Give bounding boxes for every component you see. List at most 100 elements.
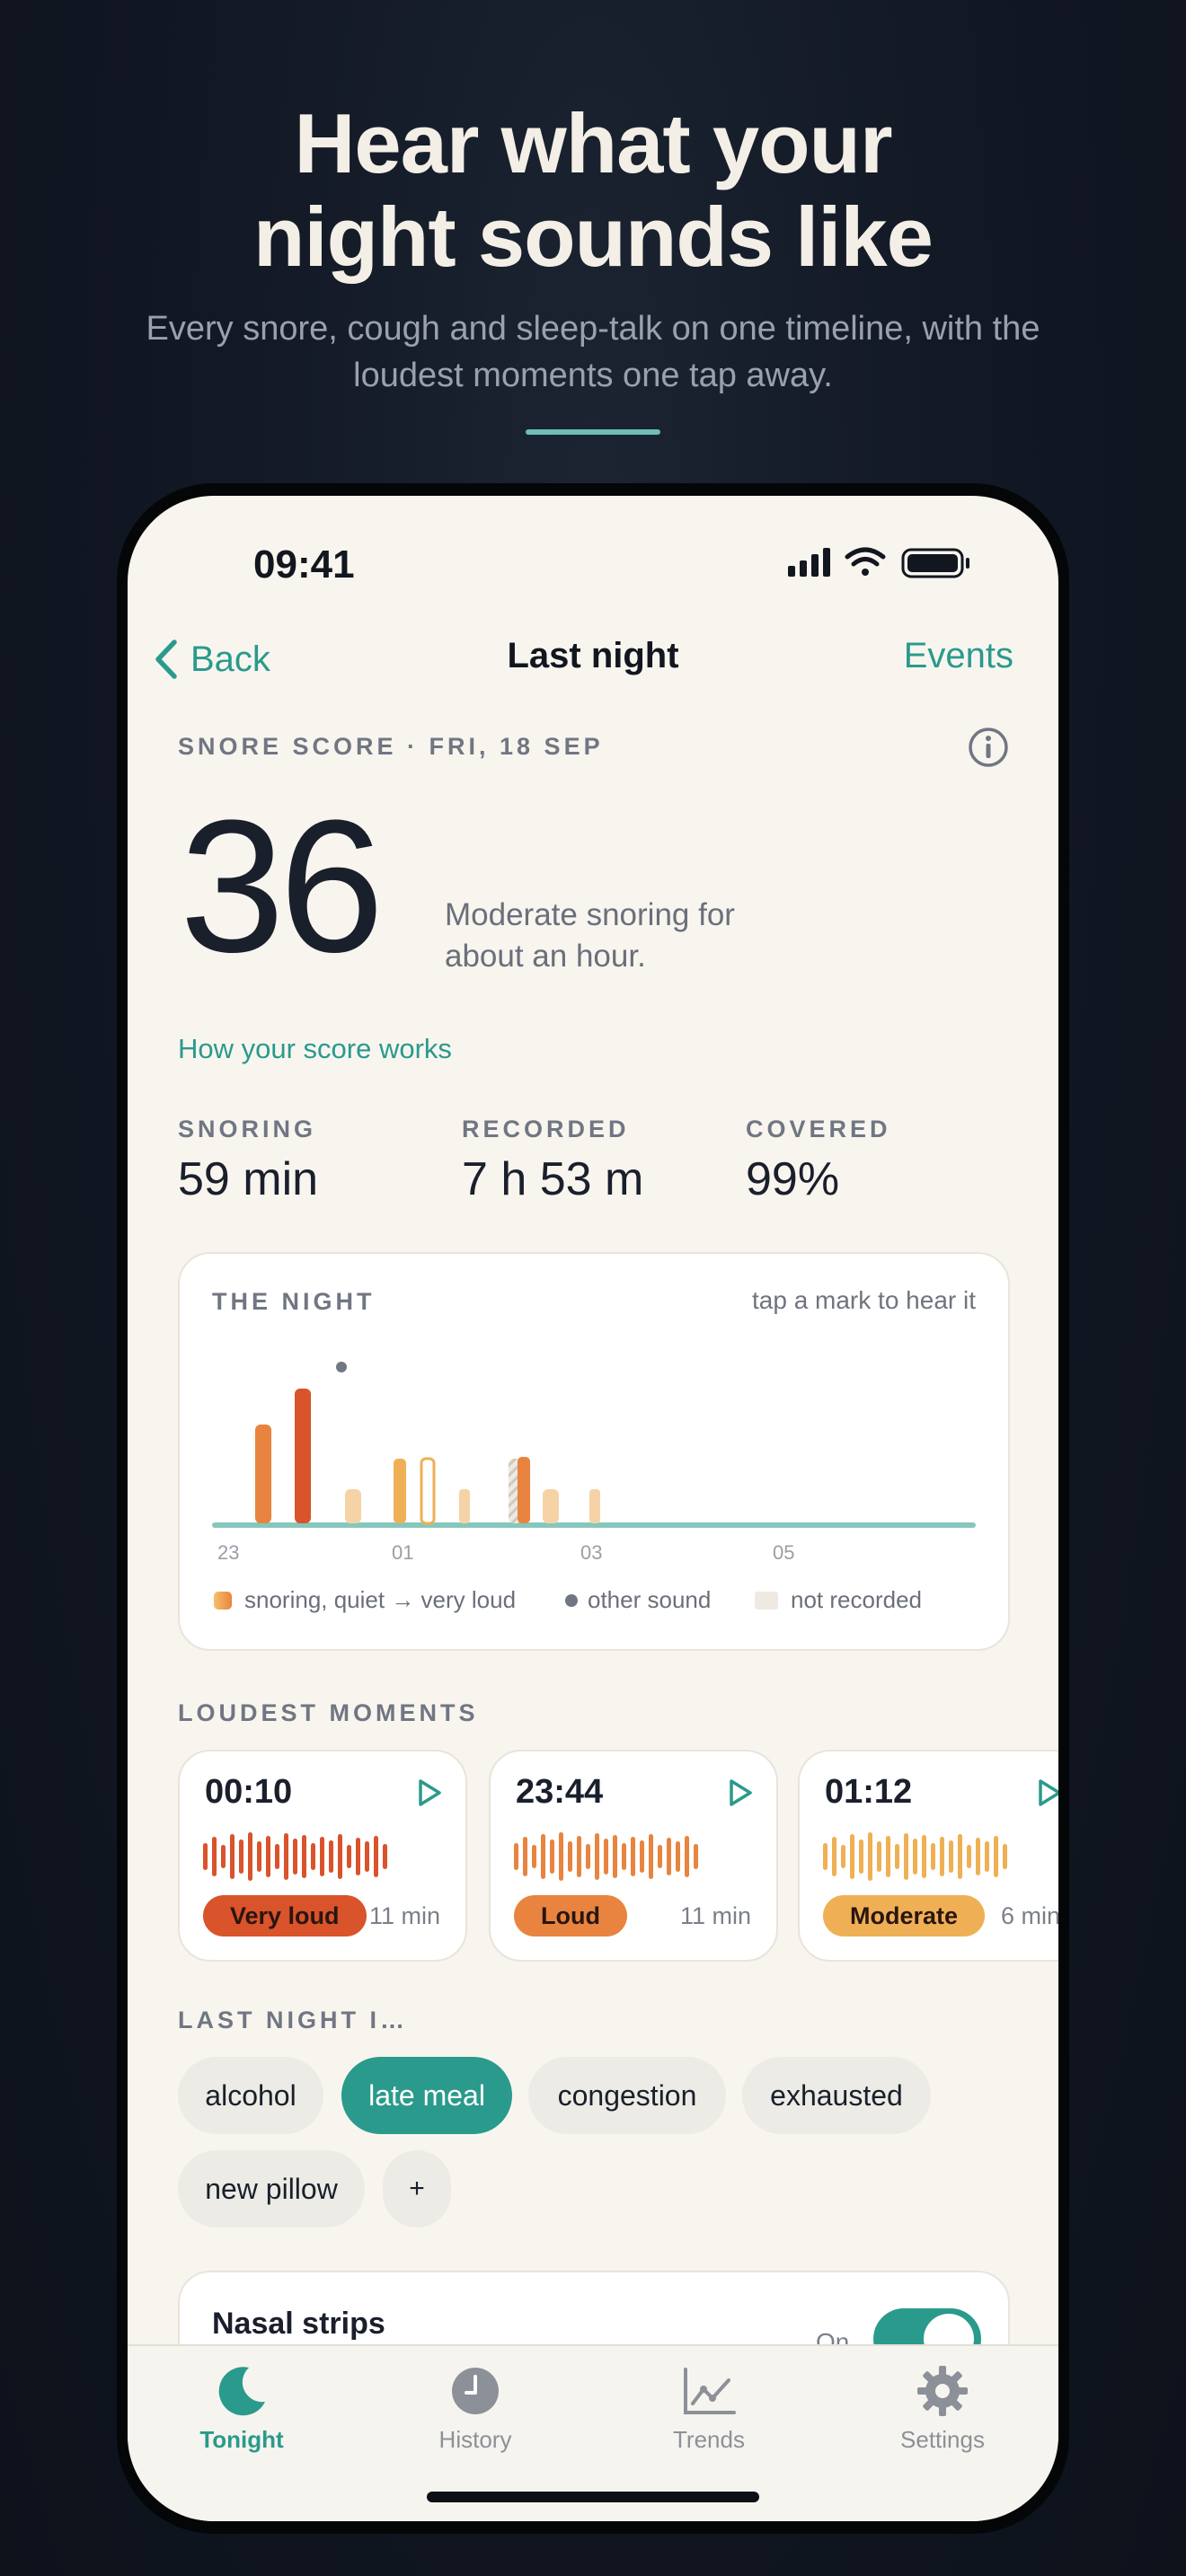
waveform-bar [514, 1843, 518, 1870]
waveform-bar [541, 1834, 545, 1879]
snore-mark[interactable] [518, 1457, 530, 1523]
score-info-link[interactable]: How your score works [178, 1033, 452, 1065]
snore-mark[interactable] [295, 1389, 311, 1523]
gear-icon [917, 2366, 968, 2416]
chart-icon [684, 2368, 736, 2414]
tags-title: LAST NIGHT I… [178, 2007, 408, 2033]
legend-not-recorded-swatch [755, 1592, 778, 1610]
remedy-label: Nasal strips [212, 2307, 385, 2341]
legend-not-recorded: not recorded [791, 1586, 922, 1613]
waveform-bar [230, 1834, 235, 1879]
axis-tick: 01 [392, 1541, 413, 1564]
waveform-bar [949, 1840, 953, 1873]
snore-mark[interactable] [459, 1489, 470, 1523]
waveform-bar [613, 1835, 617, 1878]
tag-chip[interactable]: exhausted [742, 2057, 931, 2134]
axis-tick: 23 [217, 1541, 239, 1564]
waveform-bar [976, 1838, 980, 1875]
selected-snore-mark[interactable] [420, 1457, 436, 1525]
waveform-bar [850, 1834, 854, 1879]
waveform-bar [823, 1843, 828, 1870]
tab-history[interactable]: History [385, 2362, 565, 2454]
waveform-bar [577, 1836, 581, 1877]
waveform-bar [985, 1841, 989, 1872]
promo-divider [526, 429, 660, 435]
waveform-bar [568, 1841, 572, 1872]
other-sound-mark[interactable] [336, 1362, 347, 1372]
snore-mark[interactable] [394, 1459, 406, 1523]
waveform-bar [212, 1837, 217, 1876]
night-timeline-card: THE NIGHT tap a mark to hear it 23 01 03… [178, 1252, 1010, 1651]
stat-covered: COVERED 99% [746, 1116, 891, 1206]
moment-card[interactable]: 23:44 Loud 11 min [489, 1750, 778, 1962]
moment-card[interactable]: 00:10 Very loud 11 min [178, 1750, 467, 1962]
stat-value: 59 min [178, 1153, 319, 1205]
waveform-bar [221, 1845, 226, 1868]
waveform-bar [374, 1836, 378, 1877]
play-icon[interactable] [1037, 1778, 1058, 1807]
moment-badge: Moderate [823, 1895, 986, 1936]
score-description: Moderate snoring for about an hour. [445, 897, 735, 974]
legend-other-swatch [565, 1594, 578, 1607]
waveform-bar [284, 1833, 288, 1880]
signal-icon [788, 548, 830, 577]
tag-chip-active[interactable]: late meal [341, 2057, 512, 2134]
stat-label: RECORDED [462, 1116, 630, 1142]
waveform-bar [667, 1838, 671, 1875]
tab-label: Tonight [199, 2426, 284, 2453]
waveform-bar [886, 1836, 890, 1877]
snore-score-value: 36 [180, 781, 385, 992]
night-timeline-chart: 23 01 03 05 snoring, quiet → very loud o… [212, 1362, 976, 1613]
waveform-bar [859, 1839, 863, 1874]
info-icon[interactable] [967, 726, 1010, 769]
tab-settings[interactable]: Settings [853, 2362, 1032, 2454]
stat-value: 99% [746, 1153, 840, 1205]
moment-time: 01:12 [825, 1773, 913, 1811]
status-time: 09:41 [253, 543, 355, 587]
tab-tonight[interactable]: Tonight [152, 2362, 332, 2454]
snore-mark[interactable] [543, 1489, 559, 1523]
legend-snoring-swatch [214, 1592, 232, 1610]
waveform-bar [922, 1835, 926, 1878]
play-icon[interactable] [417, 1778, 442, 1807]
home-indicator [427, 2492, 759, 2502]
waveform-bar [649, 1834, 653, 1879]
add-tag-button[interactable]: + [383, 2150, 451, 2228]
waveform-bar [293, 1839, 297, 1875]
waveform-bar [676, 1841, 680, 1872]
tag-chip[interactable]: new pillow [178, 2150, 365, 2228]
snore-mark[interactable] [589, 1489, 600, 1523]
clock-icon [452, 2368, 499, 2414]
tab-label: History [438, 2426, 512, 2453]
waveform-bar [532, 1845, 536, 1868]
waveform-bar [329, 1840, 333, 1873]
moment-time: 23:44 [516, 1773, 604, 1811]
moment-badge: Very loud [203, 1895, 367, 1936]
waveform-bar [239, 1839, 243, 1874]
waveform-bar [302, 1835, 306, 1878]
score-eyebrow: SNORE SCORE · FRI, 18 SEP [178, 733, 604, 760]
waveform-bar [356, 1838, 360, 1875]
wifi-icon [845, 547, 886, 576]
play-icon[interactable] [728, 1778, 753, 1807]
waveform-bar [248, 1832, 252, 1881]
moment-duration: 11 min [368, 1902, 440, 1929]
legend-snoring: snoring, quiet → very loud [244, 1586, 516, 1613]
tab-label: Settings [900, 2426, 985, 2453]
snore-mark[interactable] [345, 1489, 361, 1523]
waveform-bar [967, 1845, 971, 1868]
axis-tick: 05 [773, 1541, 794, 1564]
tag-chip[interactable]: congestion [528, 2057, 726, 2134]
waveform-bar [320, 1837, 324, 1876]
waveform-bar [1003, 1844, 1007, 1869]
moment-card[interactable]: 01:12 Moderate 6 min [798, 1750, 1058, 1962]
waveform-bar [913, 1839, 917, 1875]
waveform-bar [338, 1834, 342, 1879]
promo-title: Hear what your night sounds like [0, 97, 1186, 284]
waveform-bar [658, 1845, 662, 1868]
tab-trends[interactable]: Trends [619, 2362, 799, 2454]
snore-mark[interactable] [255, 1425, 271, 1523]
tag-chip[interactable]: alcohol [178, 2057, 323, 2134]
phone-screen: 09:41 Back Last night Events SNORE SCORE… [128, 496, 1058, 2521]
events-button[interactable]: Events [904, 636, 1013, 676]
